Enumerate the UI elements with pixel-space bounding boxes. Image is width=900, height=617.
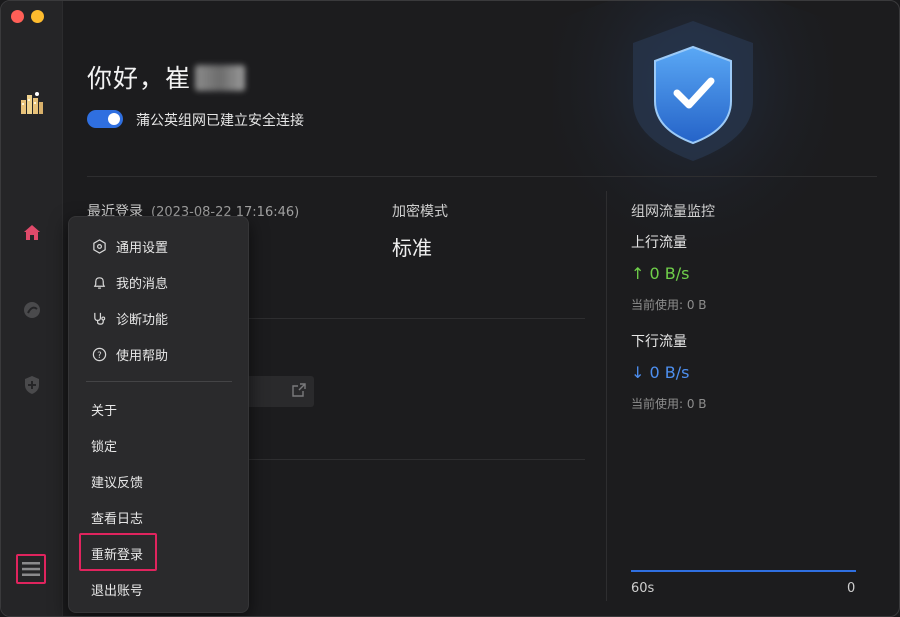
connection-toggle[interactable] [87,110,123,128]
menu-item-feedback[interactable]: 建议反馈 [91,470,143,492]
security-shield-illustration [533,1,853,291]
arrow-up-icon: ↑ [631,264,650,283]
divider [243,318,585,319]
menu-item-label: 使用帮助 [116,348,169,364]
upstream-rate-value: 0 B/s [649,264,690,283]
menu-item-view-logs[interactable]: 查看日志 [91,506,143,528]
bell-icon [91,274,107,290]
network-icon[interactable] [19,297,45,323]
app-window: 你好，崔 蒲公英组网已建立安全连接 最近登录 (2023-08-22 17:16:… [0,0,900,617]
downstream-label: 下行流量 [631,334,687,350]
menu-button[interactable] [16,554,46,584]
menu-item-diagnostics[interactable]: 诊断功能 [91,307,168,329]
menu-item-label: 我的消息 [116,276,169,292]
stethoscope-icon [91,310,107,326]
graph-axis-right: 0 [847,581,856,596]
vertical-divider [606,191,607,601]
menu-item-general-settings[interactable]: 通用设置 [91,235,168,257]
menu-item-relogin[interactable]: 重新登录 [91,542,143,564]
downstream-rate: ↓ 0 B/s [631,363,689,382]
encryption-mode-label: 加密模式 [392,204,448,220]
help-circle-icon: ? [91,346,107,362]
upstream-rate: ↑ 0 B/s [631,264,689,283]
external-link-icon[interactable] [292,383,306,397]
encryption-mode-value: 标准 [392,236,432,260]
menu-item-about[interactable]: 关于 [91,398,117,420]
minimize-window-button[interactable] [31,10,44,23]
main-menu-popup: 通用设置 我的消息 诊断功能 ? 使用帮助 关于 锁定 建议反馈 查看日志 重新… [68,216,249,613]
traffic-monitor-title: 组网流量监控 [631,204,715,220]
settings-hex-icon [91,238,107,254]
upstream-used: 当前使用: 0 B [631,298,707,312]
hamburger-icon [22,562,40,576]
divider [87,176,877,177]
close-window-button[interactable] [11,10,24,23]
menu-item-label: 通用设置 [116,240,169,256]
upstream-label: 上行流量 [631,235,687,251]
greeting-text: 你好，崔 [87,64,192,93]
home-icon[interactable] [19,220,45,246]
svg-text:?: ? [97,349,101,359]
traffic-graph-line [631,570,856,572]
menu-item-logout[interactable]: 退出账号 [91,578,143,600]
address-field[interactable] [243,376,314,407]
downstream-rate-value: 0 B/s [649,363,690,382]
connection-status-text: 蒲公英组网已建立安全连接 [136,113,304,129]
menu-separator [86,381,232,382]
sidebar [1,1,63,616]
app-logo-icon [19,90,45,116]
downstream-used: 当前使用: 0 B [631,397,707,411]
menu-item-messages[interactable]: 我的消息 [91,271,168,293]
menu-item-help[interactable]: ? 使用帮助 [91,343,168,365]
menu-item-lock[interactable]: 锁定 [91,434,117,456]
divider [243,459,585,460]
blurred-username [195,65,246,91]
shield-plus-icon[interactable] [19,372,45,398]
menu-item-label: 诊断功能 [116,312,169,328]
graph-axis-left: 60s [631,581,655,596]
arrow-down-icon: ↓ [631,363,650,382]
greeting-title: 你好，崔 [87,59,246,95]
